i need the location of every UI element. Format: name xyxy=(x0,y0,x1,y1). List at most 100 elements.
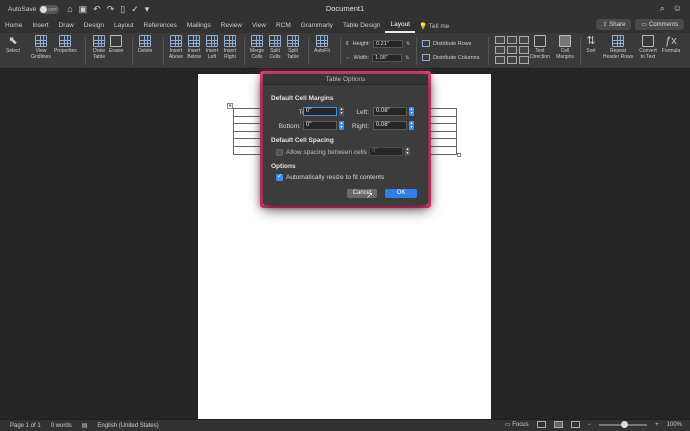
tab-layout[interactable]: Layout xyxy=(109,18,139,33)
checkmark-icon[interactable]: ✓ xyxy=(131,4,139,15)
width-stepper[interactable]: ⇅ xyxy=(405,55,409,61)
view-gridlines-button[interactable]: View Gridlines xyxy=(30,35,52,60)
delete-button[interactable]: Delete xyxy=(138,35,152,55)
width-icon: ⇔ xyxy=(345,55,351,61)
top-margin-input[interactable]: 0" xyxy=(303,107,337,116)
zoom-out-icon[interactable]: − xyxy=(588,422,592,428)
cursor-icon: ⬉ xyxy=(8,35,18,47)
tab-table-design[interactable]: Table Design xyxy=(338,18,386,33)
tab-design[interactable]: Design xyxy=(79,18,109,33)
properties-button[interactable]: Properties xyxy=(54,35,77,55)
bottom-margin-stepper[interactable]: ▲ ▼ xyxy=(339,121,344,130)
tab-review[interactable]: Review xyxy=(216,18,247,33)
save-icon[interactable]: ▣ xyxy=(79,4,88,15)
autofit-button[interactable]: AutoFit xyxy=(314,35,330,55)
read-mode-icon[interactable] xyxy=(536,421,546,428)
convert-to-text-button[interactable]: Convert to Text xyxy=(637,35,659,60)
align-top-left[interactable] xyxy=(495,36,505,44)
autosave-toggle[interactable]: OFF xyxy=(39,4,60,14)
align-middle-left[interactable] xyxy=(495,46,505,54)
zoom-slider[interactable] xyxy=(599,420,648,428)
align-middle-center[interactable] xyxy=(507,46,517,54)
web-layout-icon[interactable] xyxy=(570,421,580,428)
split-cells-button[interactable]: Split Cells xyxy=(268,35,282,60)
share-button[interactable]: ⇪ Share xyxy=(596,19,632,30)
merge-cells-button[interactable]: Merge Cells xyxy=(250,35,264,60)
align-bottom-center[interactable] xyxy=(507,56,517,64)
tab-mailings[interactable]: Mailings xyxy=(182,18,216,33)
height-stepper[interactable]: ⇅ xyxy=(406,41,410,47)
insert-left-button[interactable]: Insert Left xyxy=(205,35,219,60)
draw-table-icon xyxy=(93,35,105,47)
page-count[interactable]: Page 1 of 1 xyxy=(10,423,41,429)
table-options-dialog: Table Options Default Cell Margins Top: … xyxy=(263,74,428,205)
left-margin-stepper[interactable]: ▲ ▼ xyxy=(409,107,414,116)
align-bottom-left[interactable] xyxy=(495,56,505,64)
distribute-columns-button[interactable]: Distribute Columns xyxy=(422,54,479,61)
height-input[interactable]: 0.21" xyxy=(373,40,404,48)
tab-layout-table[interactable]: Layout xyxy=(385,18,415,33)
split-cells-icon xyxy=(269,35,281,47)
tab-rcm[interactable]: RCM xyxy=(271,18,296,33)
width-input[interactable]: 1.08" xyxy=(372,54,403,62)
redo-icon[interactable]: ↷ xyxy=(107,4,115,15)
new-document-icon[interactable]: ▯ xyxy=(120,4,125,15)
align-middle-right[interactable] xyxy=(519,46,529,54)
align-top-center[interactable] xyxy=(507,36,517,44)
spacing-stepper: ▲ ▼ xyxy=(405,147,410,156)
insert-right-button[interactable]: Insert Right xyxy=(222,35,238,60)
account-icon[interactable]: ☺ xyxy=(673,3,682,14)
draw-table-button[interactable]: Draw Table xyxy=(91,35,107,60)
right-margin-stepper[interactable]: ▲ ▼ xyxy=(409,121,414,130)
top-margin-stepper[interactable]: ▲ ▼ xyxy=(339,107,344,116)
text-direction-button[interactable]: Text Direction xyxy=(527,35,553,60)
tab-grammarly[interactable]: Grammarly xyxy=(296,18,338,33)
zoom-level[interactable]: 100% xyxy=(667,422,682,428)
delete-table-icon xyxy=(139,35,152,47)
height-icon: ⇕ xyxy=(345,41,350,47)
right-margin-input[interactable]: 0.08" xyxy=(373,121,407,130)
spacing-input: 0" xyxy=(369,147,403,156)
undo-icon[interactable]: ↶ xyxy=(93,4,101,15)
insert-below-button[interactable]: Insert Below xyxy=(186,35,202,60)
zoom-slider-thumb[interactable] xyxy=(621,420,629,428)
title-bar: AutoSave OFF ⌂ ▣ ↶ ↷ ▯ ✓ ▾ Document1 ⌕ ☺ xyxy=(0,0,690,18)
search-icon[interactable]: ⌕ xyxy=(660,3,665,14)
allow-spacing-label: Allow spacing between cells xyxy=(286,149,367,156)
left-margin-input[interactable]: 0.08" xyxy=(373,107,407,116)
cell-margins-button[interactable]: Cell Margins xyxy=(555,35,575,60)
proofing-icon[interactable]: ▤ xyxy=(82,422,88,429)
tab-insert[interactable]: Insert xyxy=(27,18,53,33)
distribute-rows-button[interactable]: Distribute Rows xyxy=(422,40,472,47)
focus-mode[interactable]: ▭ Focus xyxy=(505,421,529,428)
eraser-button[interactable]: Eraser xyxy=(109,35,124,55)
bottom-margin-input[interactable]: 0" xyxy=(303,121,337,130)
tell-me-search[interactable]: 💡 Tell me xyxy=(419,22,449,30)
insert-left-icon xyxy=(206,35,218,47)
formula-button[interactable]: ƒx Formula xyxy=(660,35,682,55)
allow-spacing-checkbox[interactable] xyxy=(276,149,283,156)
language-status[interactable]: English (United States) xyxy=(97,423,158,429)
home-icon[interactable]: ⌂ xyxy=(67,4,72,15)
ok-button[interactable]: OK xyxy=(385,189,417,198)
print-layout-icon[interactable] xyxy=(553,421,563,428)
table-resize-handle[interactable] xyxy=(457,153,461,157)
split-table-button[interactable]: Split Table xyxy=(286,35,300,60)
sort-button[interactable]: ⇅ Sort xyxy=(585,35,597,55)
auto-resize-checkbox[interactable]: ✓ xyxy=(276,174,283,181)
select-button[interactable]: ⬉ Select xyxy=(6,35,20,55)
align-bottom-right[interactable] xyxy=(519,56,529,64)
tab-draw[interactable]: Draw xyxy=(54,18,79,33)
insert-above-button[interactable]: Insert Above xyxy=(168,35,184,60)
comments-button[interactable]: ▭ Comments xyxy=(635,19,684,30)
zoom-in-icon[interactable]: + xyxy=(655,422,659,428)
align-top-right[interactable] xyxy=(519,36,529,44)
repeat-header-icon xyxy=(612,35,624,47)
tab-view[interactable]: View xyxy=(247,18,271,33)
repeat-header-rows-button[interactable]: Repeat Header Rows xyxy=(602,35,634,60)
tab-references[interactable]: References xyxy=(139,18,182,33)
tab-home[interactable]: Home xyxy=(0,18,27,33)
word-count[interactable]: 0 words xyxy=(51,423,72,429)
customize-toolbar-icon[interactable]: ▾ xyxy=(145,4,150,15)
mouse-pointer-icon: ➚ xyxy=(366,190,374,200)
